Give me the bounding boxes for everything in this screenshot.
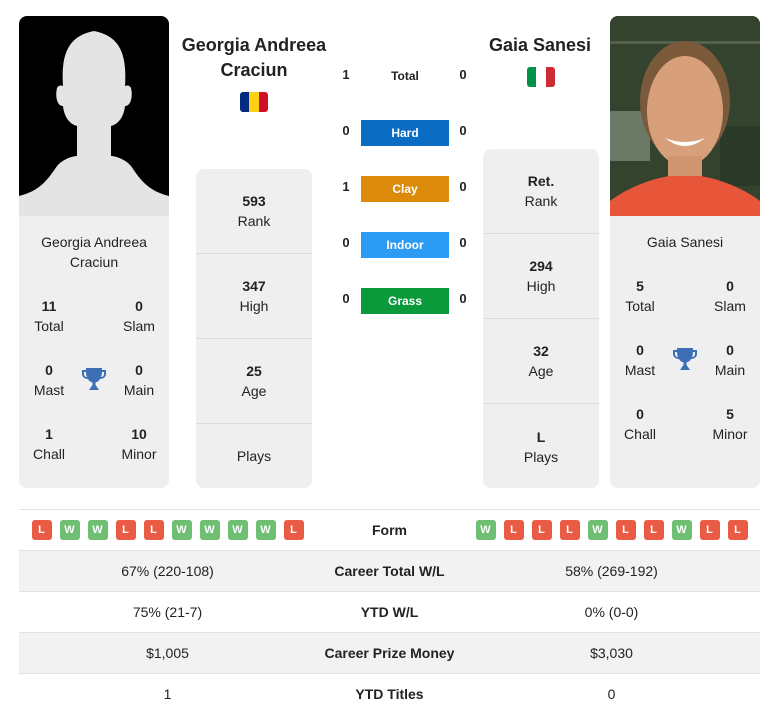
form-win-badge[interactable]: W xyxy=(171,520,192,540)
player2-age: 32 Age xyxy=(483,319,599,404)
h2h-indoor-p1: 0 xyxy=(342,235,350,250)
h2h-total-label: Total xyxy=(391,69,419,83)
italy-flag-icon xyxy=(527,67,555,87)
player2-name-heading[interactable]: Gaia Sanesi xyxy=(470,33,610,58)
player1-rank: 593 Rank xyxy=(196,169,312,254)
player2-titles-mast: 0 Mast xyxy=(624,342,656,378)
player1-value: 75% (21-7) xyxy=(132,604,203,620)
form-loss-badge[interactable]: L xyxy=(503,520,524,540)
player2-value: 58% (269-192) xyxy=(565,563,658,579)
form-win-badge[interactable]: W xyxy=(475,520,496,540)
form-loss-badge[interactable]: L xyxy=(115,520,136,540)
h2h-clay-p1: 1 xyxy=(342,179,350,194)
surface-clay-badge[interactable]: Clay xyxy=(361,176,449,202)
h2h-total-p1: 1 xyxy=(342,67,350,82)
surface-grass-badge[interactable]: Grass xyxy=(361,288,449,314)
row-label: YTD Titles xyxy=(355,686,424,702)
row-label: YTD W/L xyxy=(360,604,419,620)
silhouette-icon xyxy=(19,31,169,216)
player1-photo xyxy=(19,16,169,216)
player-portrait-icon xyxy=(610,16,760,216)
player2-titles-main: 0 Main xyxy=(714,342,746,378)
form-win-badge[interactable]: W xyxy=(227,520,248,540)
player1-titles-chall: 1 Chall xyxy=(33,426,65,462)
h2h-hard-p2: 0 xyxy=(459,123,467,138)
form-loss-badge[interactable]: L xyxy=(531,520,552,540)
form-win-badge[interactable]: W xyxy=(59,520,80,540)
player1-high: 347 High xyxy=(196,254,312,339)
form-loss-badge[interactable]: L xyxy=(727,520,748,540)
form-win-badge[interactable]: W xyxy=(255,520,276,540)
player1-titles-mast: 0 Mast xyxy=(33,362,65,398)
form-loss-badge[interactable]: L xyxy=(643,520,664,540)
romania-flag-icon xyxy=(240,92,268,112)
form-loss-badge[interactable]: L xyxy=(143,520,164,540)
form-label: Form xyxy=(372,522,407,538)
player2-value: 0 xyxy=(607,686,616,702)
player1-name-heading[interactable]: Georgia Andreea Craciun xyxy=(176,33,332,83)
row-label: Career Total W/L xyxy=(334,563,445,579)
player2-rank: Ret. Rank xyxy=(483,149,599,234)
player1-value: 67% (220-108) xyxy=(121,563,214,579)
player2-titles-total: 5 Total xyxy=(625,278,655,314)
player2-photo xyxy=(610,16,760,216)
trophy-icon xyxy=(673,346,697,372)
player2-plays: L Plays xyxy=(523,428,559,465)
trophy-icon xyxy=(82,366,106,392)
form-win-badge[interactable]: W xyxy=(199,520,220,540)
player1-info-card: 593 Rank 347 High 25 Age Plays xyxy=(196,169,312,488)
h2h-grass-p2: 0 xyxy=(459,291,467,306)
player2-titles-card: Gaia Sanesi 5 Total 0 Slam 0 Mast 0 Main 0 Ch… xyxy=(610,216,760,488)
player1-form: LWWLLWWWWL xyxy=(19,520,316,540)
player2-titles-minor: 5 Minor xyxy=(712,406,748,442)
form-row: LWWLLWWWWL Form WLLLWLLWLL xyxy=(19,509,760,550)
form-loss-badge[interactable]: L xyxy=(31,520,52,540)
table-row: 1 YTD Titles 0 xyxy=(19,673,760,714)
player1-card-name[interactable]: Georgia Andreea Craciun xyxy=(19,232,169,272)
form-loss-badge[interactable]: L xyxy=(283,520,304,540)
player2-high: 294 High xyxy=(483,234,599,319)
table-row: $1,005 Career Prize Money $3,030 xyxy=(19,632,760,673)
form-win-badge[interactable]: W xyxy=(587,520,608,540)
h2h-hard-p1: 0 xyxy=(342,123,350,138)
h2h-grass-p1: 0 xyxy=(342,291,350,306)
player1-titles-total: 11 Total xyxy=(34,298,64,334)
player1-plays: Plays xyxy=(236,448,272,464)
form-loss-badge[interactable]: L xyxy=(559,520,580,540)
h2h-total-p2: 0 xyxy=(459,67,467,82)
row-label: Career Prize Money xyxy=(324,645,455,661)
form-win-badge[interactable]: W xyxy=(671,520,692,540)
form-win-badge[interactable]: W xyxy=(87,520,108,540)
player1-titles-slam: 0 Slam xyxy=(123,298,155,334)
comparison-table: LWWLLWWWWL Form WLLLWLLWLL 67% (220-108)… xyxy=(19,509,760,714)
player2-value: 0% (0-0) xyxy=(584,604,639,620)
table-row: 75% (21-7) YTD W/L 0% (0-0) xyxy=(19,591,760,632)
player1-titles-minor: 10 Minor xyxy=(121,426,157,462)
player1-titles-main: 0 Main xyxy=(123,362,155,398)
player2-info-card: Ret. Rank 294 High 32 Age L Plays xyxy=(483,149,599,488)
form-loss-badge[interactable]: L xyxy=(699,520,720,540)
h2h-indoor-p2: 0 xyxy=(459,235,467,250)
player2-titles-slam: 0 Slam xyxy=(714,278,746,314)
player1-value: 1 xyxy=(163,686,172,702)
surface-indoor-badge[interactable]: Indoor xyxy=(361,232,449,258)
player2-value: $3,030 xyxy=(590,645,633,661)
player2-titles-chall: 0 Chall xyxy=(624,406,656,442)
player1-titles-card: Georgia Andreea Craciun 11 Total 0 Slam 0M… xyxy=(19,216,169,488)
player1-value: $1,005 xyxy=(146,645,189,661)
form-loss-badge[interactable]: L xyxy=(615,520,636,540)
h2h-clay-p2: 0 xyxy=(459,179,467,194)
player2-card-name[interactable]: Gaia Sanesi xyxy=(610,232,760,252)
player2-form: WLLLWLLWLL xyxy=(463,520,760,540)
player1-age: 25 Age xyxy=(196,339,312,424)
table-row: 67% (220-108) Career Total W/L 58% (269-… xyxy=(19,550,760,591)
surface-hard-badge[interactable]: Hard xyxy=(361,120,449,146)
